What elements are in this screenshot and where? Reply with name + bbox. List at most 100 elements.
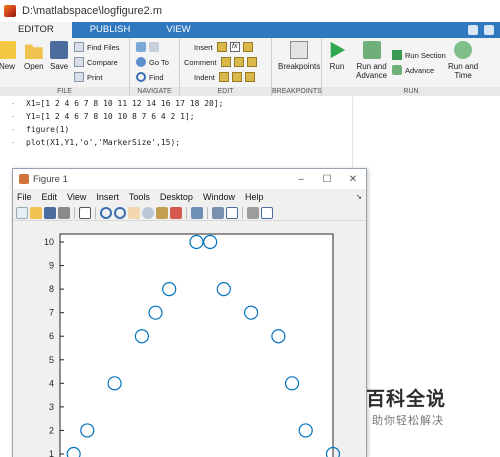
run-section: Run Run and Advance Run Section Advance … bbox=[322, 38, 500, 96]
menu-view[interactable]: View bbox=[67, 192, 86, 202]
breakpoints-section: Breakpoints BREAKPOINTS bbox=[272, 38, 322, 96]
menu-tools[interactable]: Tools bbox=[129, 192, 150, 202]
insert-more-icon[interactable] bbox=[242, 42, 253, 52]
play-icon bbox=[330, 41, 346, 59]
run-section-button[interactable]: Run Section bbox=[392, 50, 446, 60]
advance-icon bbox=[392, 65, 402, 75]
link-plot-icon[interactable] bbox=[191, 206, 203, 219]
toolbar-separator bbox=[207, 206, 208, 219]
menu-desktop[interactable]: Desktop bbox=[160, 192, 193, 202]
navigate-section-label: NAVIGATE bbox=[130, 87, 179, 96]
insert-section-icon bbox=[216, 42, 227, 52]
compare-button[interactable]: Compare bbox=[74, 57, 118, 67]
advance-button[interactable]: Advance bbox=[392, 65, 434, 75]
y-tick-label: 1 bbox=[49, 449, 54, 457]
close-button[interactable]: ✕ bbox=[340, 174, 366, 185]
menu-help[interactable]: Help bbox=[245, 192, 264, 202]
window-titlebar: D:\matlabspace\logfigure2.m bbox=[0, 0, 500, 22]
run-and-time-button[interactable]: Run and Time bbox=[448, 41, 478, 80]
find-button[interactable]: Find bbox=[136, 72, 164, 82]
new-icon bbox=[0, 41, 16, 59]
menu-file[interactable]: File bbox=[17, 192, 32, 202]
y-tick-label: 6 bbox=[49, 331, 54, 341]
edit-plot-icon[interactable] bbox=[79, 206, 91, 219]
pan-icon[interactable] bbox=[128, 206, 140, 219]
code-line[interactable]: - Y1=[1 2 4 6 7 8 10 10 8 7 6 4 2 1]; bbox=[0, 110, 195, 123]
code-line[interactable]: - figure(1) bbox=[0, 123, 70, 136]
help-icon[interactable] bbox=[484, 25, 494, 35]
breakpoints-icon bbox=[290, 41, 309, 59]
fx-icon[interactable]: fx bbox=[229, 42, 240, 52]
insert-colorbar-icon[interactable] bbox=[212, 206, 224, 219]
uncomment-icon[interactable] bbox=[233, 57, 244, 67]
insert-legend-icon[interactable] bbox=[226, 206, 238, 219]
find-label: Find bbox=[149, 72, 164, 82]
tab-publish[interactable]: PUBLISH bbox=[72, 22, 149, 38]
open-button[interactable]: Open bbox=[24, 41, 44, 71]
brush-icon[interactable] bbox=[170, 206, 182, 219]
comment-button[interactable]: Comment bbox=[184, 57, 260, 67]
print-button[interactable]: Print bbox=[74, 72, 102, 82]
breakpoint-gutter[interactable]: - bbox=[0, 138, 26, 147]
code-line[interactable]: - X1=[1 2 4 6 7 8 10 11 12 14 16 17 18 2… bbox=[0, 97, 224, 110]
find-files-button[interactable]: Find Files bbox=[74, 42, 120, 52]
dock-arrow-icon[interactable]: ➘ bbox=[356, 193, 362, 201]
save-label: Save bbox=[50, 62, 69, 71]
indent-button[interactable]: Indent bbox=[194, 72, 258, 82]
menu-insert[interactable]: Insert bbox=[96, 192, 119, 202]
quick-save-icon[interactable] bbox=[468, 25, 478, 35]
y-tick-label: 3 bbox=[49, 402, 54, 412]
compare-label: Compare bbox=[87, 57, 118, 67]
run-label: Run bbox=[329, 62, 345, 71]
quick-access-toolbar bbox=[468, 22, 500, 38]
maximize-button[interactable]: ☐ bbox=[314, 174, 340, 185]
menu-edit[interactable]: Edit bbox=[42, 192, 58, 202]
tab-editor[interactable]: EDITOR bbox=[0, 22, 72, 38]
insert-button[interactable]: Insert fx bbox=[194, 42, 256, 52]
code-line[interactable]: - plot(X1,Y1,'o','MarkerSize',15); bbox=[0, 136, 181, 149]
new-button[interactable]: New bbox=[0, 41, 16, 71]
data-cursor-icon[interactable] bbox=[156, 206, 168, 219]
code-text: figure(1) bbox=[26, 125, 70, 134]
breakpoint-gutter[interactable]: - bbox=[0, 125, 26, 134]
figure-window[interactable]: Figure 1 – ☐ ✕ File Edit View Insert Too… bbox=[12, 168, 367, 457]
decrease-indent-icon[interactable] bbox=[244, 72, 255, 82]
run-button[interactable]: Run bbox=[328, 41, 346, 71]
zoom-in-icon[interactable] bbox=[100, 206, 112, 219]
figure-toolbar bbox=[13, 205, 366, 221]
navigate-arrows[interactable] bbox=[136, 42, 162, 52]
figure-icon bbox=[19, 174, 29, 184]
watermark-title: 百科全说 bbox=[366, 388, 447, 410]
toolbar-separator bbox=[186, 206, 187, 219]
menu-window[interactable]: Window bbox=[203, 192, 235, 202]
run-section-label: RUN bbox=[322, 87, 500, 96]
minimize-button[interactable]: – bbox=[288, 174, 314, 185]
scatter-plot[interactable]: 10 9 8 7 6 5 4 3 2 1 bbox=[13, 222, 366, 457]
open-file-icon[interactable] bbox=[30, 206, 42, 219]
new-figure-icon[interactable] bbox=[16, 206, 28, 219]
breakpoints-label: Breakpoints bbox=[278, 62, 321, 71]
save-button[interactable]: Save bbox=[50, 41, 68, 71]
hide-plot-tools-icon[interactable] bbox=[247, 206, 259, 219]
y-tick-label: 5 bbox=[49, 355, 54, 365]
y-tick-label: 2 bbox=[49, 425, 54, 435]
figure-titlebar[interactable]: Figure 1 – ☐ ✕ bbox=[13, 169, 366, 189]
breakpoints-section-label: BREAKPOINTS bbox=[272, 87, 322, 96]
tab-view[interactable]: VIEW bbox=[148, 22, 208, 38]
zoom-out-icon[interactable] bbox=[114, 206, 126, 219]
show-plot-tools-icon[interactable] bbox=[261, 206, 273, 219]
breakpoints-button[interactable]: Breakpoints bbox=[278, 41, 320, 71]
code-text: plot(X1,Y1,'o','MarkerSize',15); bbox=[26, 138, 181, 147]
save-figure-icon[interactable] bbox=[44, 206, 56, 219]
advance-label: Advance bbox=[405, 65, 435, 75]
increase-indent-icon[interactable] bbox=[231, 72, 242, 82]
rotate-3d-icon[interactable] bbox=[142, 206, 154, 219]
go-to-button[interactable]: Go To bbox=[136, 57, 169, 67]
breakpoint-gutter[interactable]: - bbox=[0, 112, 26, 121]
run-and-time-label-2: Time bbox=[454, 71, 472, 80]
breakpoint-gutter[interactable]: - bbox=[0, 99, 26, 108]
navigate-section: Go To Find NAVIGATE bbox=[130, 38, 180, 96]
wrap-comment-icon[interactable] bbox=[246, 57, 257, 67]
run-and-advance-button[interactable]: Run and Advance bbox=[356, 41, 387, 80]
print-figure-icon[interactable] bbox=[58, 206, 70, 219]
